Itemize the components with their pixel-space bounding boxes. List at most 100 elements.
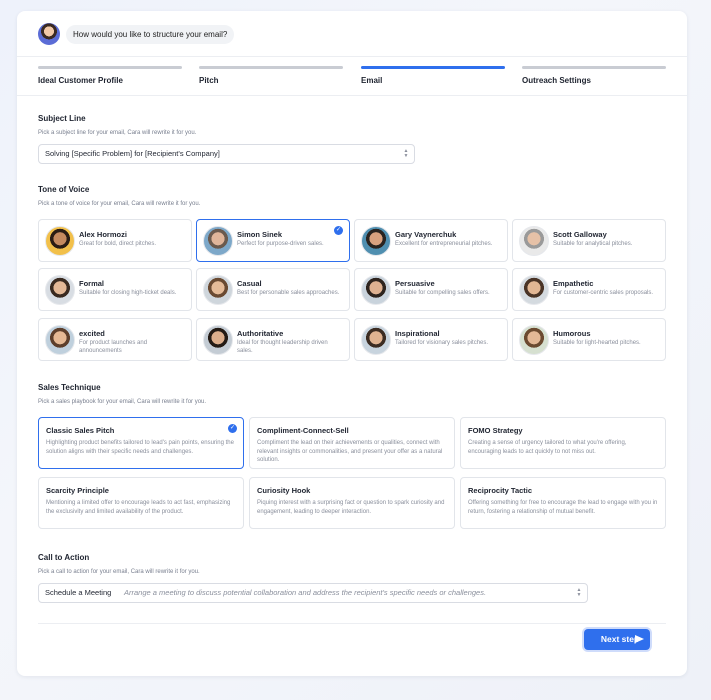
tone-description: Suitable for analytical pitches. [553, 241, 633, 247]
technique-description: Mentioning a limited offer to encourage … [46, 500, 231, 515]
technique-card-reciprocity-tactic[interactable]: Reciprocity Tactic Offering something for… [460, 477, 666, 529]
technique-card-compliment-connect-sell[interactable]: Compliment-Connect-Sell Compliment the le… [249, 417, 455, 469]
tone-card-authoritative[interactable]: Authoritative Ideal for thought leadershi… [196, 318, 350, 361]
tone-description: For product launches and announcements [79, 340, 148, 354]
call-to-action-title: Call to Action [38, 553, 90, 562]
tone-card-formal[interactable]: Formal Suitable for closing high-ticket d… [38, 268, 192, 311]
check-circle-icon: ✓ [334, 226, 343, 235]
tone-description: Great for bold, direct pitches. [79, 241, 157, 247]
subject-line-help: Pick a subject line for your email, Cara… [38, 130, 197, 136]
step-ideal-customer-profile[interactable]: Ideal Customer Profile [38, 66, 182, 96]
tone-of-voice-title: Tone of Voice [38, 185, 90, 194]
tone-name: Empathetic [553, 279, 594, 288]
check-circle-icon: ✓ [228, 424, 237, 433]
tone-avatar [45, 325, 75, 355]
tone-description: Suitable for closing high-ticket deals. [79, 290, 177, 296]
footer-divider [38, 623, 666, 624]
tone-avatar [361, 275, 391, 305]
technique-description: Creating a sense of urgency tailored to … [468, 440, 627, 455]
tone-avatar [361, 226, 391, 256]
tone-name: Alex Hormozi [79, 230, 127, 239]
step-progress-bar [361, 66, 505, 69]
tone-name: excited [79, 329, 105, 338]
tone-name: Humorous [553, 329, 591, 338]
chevron-updown-icon: ▲ ▼ [576, 587, 582, 598]
tone-avatar [519, 226, 549, 256]
subject-line-value: Solving [Specific Problem] for [Recipien… [45, 149, 220, 158]
next-step-label: Next step [600, 634, 640, 644]
tone-description: Best for personable sales approaches. [237, 290, 340, 296]
technique-name: Compliment-Connect-Sell [257, 426, 349, 435]
tone-name: Simon Sinek [237, 230, 283, 239]
tone-card-casual[interactable]: Casual Best for personable sales approach… [196, 268, 350, 311]
technique-name: Curiosity Hook [257, 486, 311, 495]
technique-name: Scarcity Principle [46, 486, 109, 495]
tone-avatar [519, 275, 549, 305]
technique-description: Highlighting product benefits tailored t… [46, 440, 234, 455]
next-step-button[interactable]: Next step [584, 629, 650, 650]
subject-line-select[interactable]: Solving [Specific Problem] for [Recipien… [38, 144, 415, 164]
email-structure-card: How would you like to structure your ema… [17, 11, 687, 676]
tone-card-empathetic[interactable]: Empathetic For customer-centric sales pro… [512, 268, 666, 311]
subject-line-title: Subject Line [38, 114, 86, 123]
tone-description: Excellent for entrepreneurial pitches. [395, 241, 493, 247]
tone-description: Suitable for compelling sales offers. [395, 290, 490, 296]
tone-avatar [45, 275, 75, 305]
step-progress-bar [38, 66, 182, 69]
tone-description: Ideal for thought leadership driven sale… [237, 340, 328, 354]
call-to-action-select[interactable]: Schedule a Meeting Arrange a meeting to … [38, 583, 588, 603]
tone-name: Gary Vaynerchuk [395, 230, 457, 239]
send-icon [635, 635, 644, 643]
step-email[interactable]: Email [361, 66, 505, 96]
tone-avatar [203, 226, 233, 256]
step-progress-bar [199, 66, 343, 69]
technique-card-fomo-strategy[interactable]: FOMO Strategy Creating a sense of urgency… [460, 417, 666, 469]
call-to-action-help: Pick a call to action for your email, Ca… [38, 569, 200, 575]
tone-name: Inspirational [395, 329, 440, 338]
tone-card-humorous[interactable]: Humorous Suitable for light-hearted pitch… [512, 318, 666, 361]
tone-avatar [203, 275, 233, 305]
technique-card-curiosity-hook[interactable]: Curiosity Hook Piquing interest with a su… [249, 477, 455, 529]
technique-card-classic-sales-pitch[interactable]: Classic Sales Pitch Highlighting product … [38, 417, 244, 469]
tone-card-scott-galloway[interactable]: Scott Galloway Suitable for analytical pi… [512, 219, 666, 262]
technique-card-scarcity-principle[interactable]: Scarcity Principle Mentioning a limited o… [38, 477, 244, 529]
step-label: Ideal Customer Profile [38, 76, 123, 85]
assistant-avatar [38, 23, 60, 45]
tone-card-persuasive[interactable]: Persuasive Suitable for compelling sales … [354, 268, 508, 311]
tone-card-excited[interactable]: excited For product launches and announce… [38, 318, 192, 361]
tone-card-gary-vaynerchuk[interactable]: Gary Vaynerchuk Excellent for entrepreneu… [354, 219, 508, 262]
step-outreach-settings[interactable]: Outreach Settings [522, 66, 666, 96]
chevron-updown-icon: ▲ ▼ [403, 148, 409, 159]
header-divider [17, 95, 687, 96]
tone-name: Formal [79, 279, 105, 288]
tone-avatar [361, 325, 391, 355]
technique-description: Piquing interest with a surprising fact … [257, 500, 445, 515]
tone-avatar [45, 226, 75, 256]
tone-name: Scott Galloway [553, 230, 607, 239]
tone-card-alex-hormozi[interactable]: Alex Hormozi Great for bold, direct pitch… [38, 219, 192, 262]
tone-name: Casual [237, 279, 262, 288]
tone-description: Suitable for light-hearted pitches. [553, 340, 641, 346]
call-to-action-description: Arrange a meeting to discuss potential c… [124, 588, 487, 597]
step-label: Email [361, 76, 383, 85]
technique-name: FOMO Strategy [468, 426, 523, 435]
tone-avatar [519, 325, 549, 355]
technique-name: Classic Sales Pitch [46, 426, 115, 435]
tone-name: Persuasive [395, 279, 435, 288]
tone-card-inspirational[interactable]: Inspirational Tailored for visionary sale… [354, 318, 508, 361]
tone-avatar [203, 325, 233, 355]
tone-card-simon-sinek[interactable]: Simon Sinek Perfect for purpose-driven sa… [196, 219, 350, 262]
sales-technique-title: Sales Technique [38, 383, 101, 392]
tone-name: Authoritative [237, 329, 284, 338]
step-label: Outreach Settings [522, 76, 591, 85]
tone-of-voice-help: Pick a tone of voice for your email, Car… [38, 201, 201, 207]
step-pitch[interactable]: Pitch [199, 66, 343, 96]
technique-description: Offering something for free to encourage… [468, 500, 658, 515]
technique-name: Reciprocity Tactic [468, 486, 533, 495]
technique-description: Compliment the lead on their achievement… [257, 440, 443, 463]
call-to-action-value: Schedule a Meeting [45, 588, 112, 597]
step-progress-bar [522, 66, 666, 69]
tone-description: Tailored for visionary sales pitches. [395, 340, 489, 346]
assistant-header: How would you like to structure your ema… [17, 11, 687, 57]
tone-description: For customer-centric sales proposals. [553, 290, 654, 296]
